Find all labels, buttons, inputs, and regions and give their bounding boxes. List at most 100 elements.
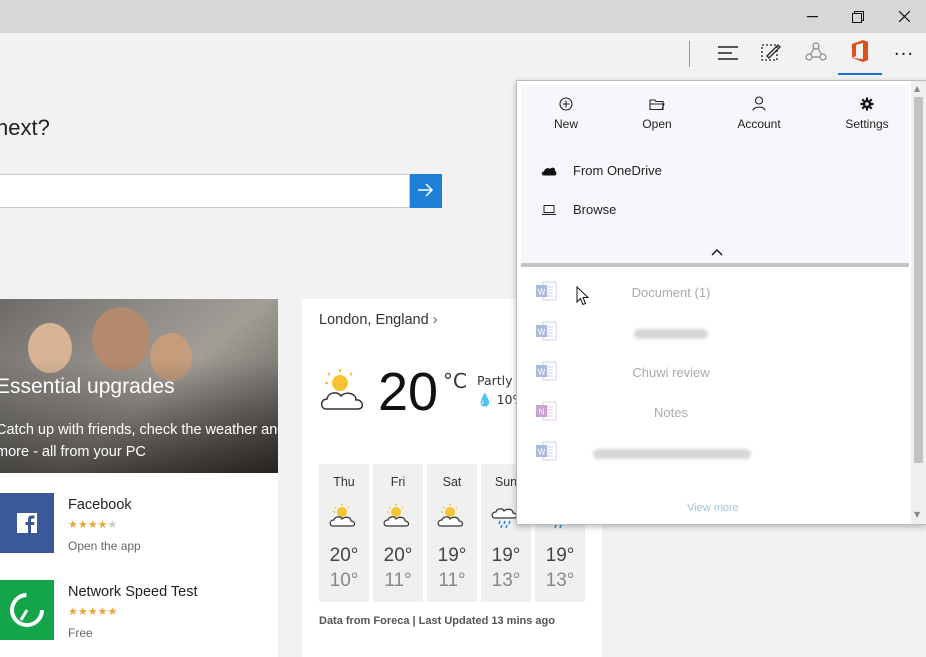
chevron-right-icon: › [432,312,438,328]
forecast-day[interactable]: Thu 20° 10° [319,464,369,602]
gear-icon [860,96,874,115]
folder-open-icon [649,96,665,115]
scroll-up-icon[interactable]: ▲ [914,84,920,93]
restore-button[interactable] [835,0,881,33]
recent-file[interactable]: W Chuwi review [521,361,909,385]
collapse-button[interactable] [711,241,723,260]
view-more-link[interactable]: View more [687,502,739,514]
source-label: From OneDrive [573,162,662,178]
hub-icon [718,45,738,64]
office-icon [851,40,869,66]
forecast-high: 19° [491,545,521,566]
more-button[interactable]: ··· [882,33,926,75]
rating-stars: ★★★★★ [68,518,118,531]
recent-file[interactable]: W [521,441,909,465]
forecast-day[interactable]: Fri 20° 11° [373,464,423,602]
word-doc-icon: W [535,321,557,345]
app-subtitle: Free [68,626,93,640]
page-heading: next? [0,115,50,140]
svg-text:N: N [539,408,545,417]
forecast-day[interactable]: Sat 19° 11° [427,464,477,602]
panel-scrollbar[interactable]: ▲ ▼ [911,81,926,524]
browser-toolbar: ··· [0,33,926,78]
computer-icon [541,200,557,219]
speedometer-icon [0,580,54,640]
app-name: Facebook [68,497,132,513]
hero-title: Essential upgrades [0,375,175,398]
partly-sunny-icon [437,504,467,532]
partly-sunny-icon [318,367,372,417]
svg-text:W: W [538,448,546,457]
arrow-right-icon [418,182,434,201]
panel-divider [521,263,909,267]
toolbar-separator [689,41,690,67]
word-doc-icon: W [535,441,557,465]
forecast-high: 20° [383,545,413,566]
chevron-up-icon [711,241,723,260]
app-list: Facebook ★★★★★ Open the app Network Spee… [0,473,278,657]
more-icon: ··· [893,43,915,65]
scrollbar-thumb[interactable] [914,97,923,463]
account-button[interactable]: Account [719,95,799,131]
new-button[interactable]: New [526,95,606,131]
open-button[interactable]: Open [617,95,697,131]
recent-file[interactable]: W [521,321,909,345]
app-subtitle: Open the app [68,539,141,553]
raindrop-icon: 💧 [477,392,493,407]
settings-button[interactable]: Settings [827,95,907,131]
search-go-button[interactable] [410,174,442,208]
app-name: Network Speed Test [68,584,198,600]
forecast-low: 10° [329,570,359,591]
forecast-low: 13° [545,570,575,591]
forecast-low: 13° [491,570,521,591]
mouse-cursor-icon [576,285,590,310]
web-note-button[interactable] [749,33,793,75]
office-actions-area: New Open Account Settings From OneDrive … [521,85,909,263]
weather-location[interactable]: London, England › [319,312,438,328]
temperature-unit: °C [443,369,467,393]
hero-description: Catch up with friends, check the weather… [0,422,278,460]
recent-file-name: Document (1) [631,285,711,300]
forecast-low: 11° [384,570,412,591]
search-input[interactable] [0,174,410,208]
scroll-down-icon[interactable]: ▼ [914,510,920,519]
share-button[interactable] [794,33,838,75]
forecast-day-label: Sat [442,475,462,489]
web-note-icon [761,42,781,66]
svg-text:W: W [538,368,546,377]
onenote-icon: N [535,401,557,425]
forecast-low: 11° [438,570,466,591]
app-item-facebook[interactable]: Facebook ★★★★★ Open the app [0,493,278,563]
svg-text:W: W [538,328,546,337]
forecast-high: 19° [545,545,575,566]
weather-location-label: London, England [319,312,429,328]
word-doc-icon: W [535,281,557,305]
weather-footer: Data from Foreca | Last Updated 13 mins … [319,615,555,627]
new-label: New [553,117,578,131]
word-doc-icon: W [535,361,557,385]
hub-button[interactable] [706,33,750,75]
partly-sunny-icon [329,504,359,532]
recent-file-name: Chuwi review [632,365,710,380]
title-bar [0,0,926,33]
person-icon [752,96,766,115]
recent-file-name: Notes [654,405,688,420]
recent-file[interactable]: N Notes [521,401,909,425]
settings-label: Settings [845,117,889,131]
office-button[interactable] [838,33,882,75]
source-browse[interactable]: Browse [541,198,616,220]
hero-banner[interactable]: Essential upgrades Catch up with friends… [0,299,278,473]
plus-circle-icon [559,96,573,115]
svg-text:W: W [538,288,546,297]
forecast-day-label: Thu [333,475,355,489]
account-label: Account [737,117,781,131]
redacted-file-name [593,449,751,459]
app-item-network-speed-test[interactable]: Network Speed Test ★★★★★ Free [0,580,278,650]
forecast-high: 20° [329,545,359,566]
source-label: Browse [573,201,617,217]
facebook-icon [0,493,54,553]
close-button[interactable] [881,0,926,33]
minimize-button[interactable] [789,0,835,33]
source-onedrive[interactable]: From OneDrive [541,159,662,181]
partly-sunny-icon [383,504,413,532]
